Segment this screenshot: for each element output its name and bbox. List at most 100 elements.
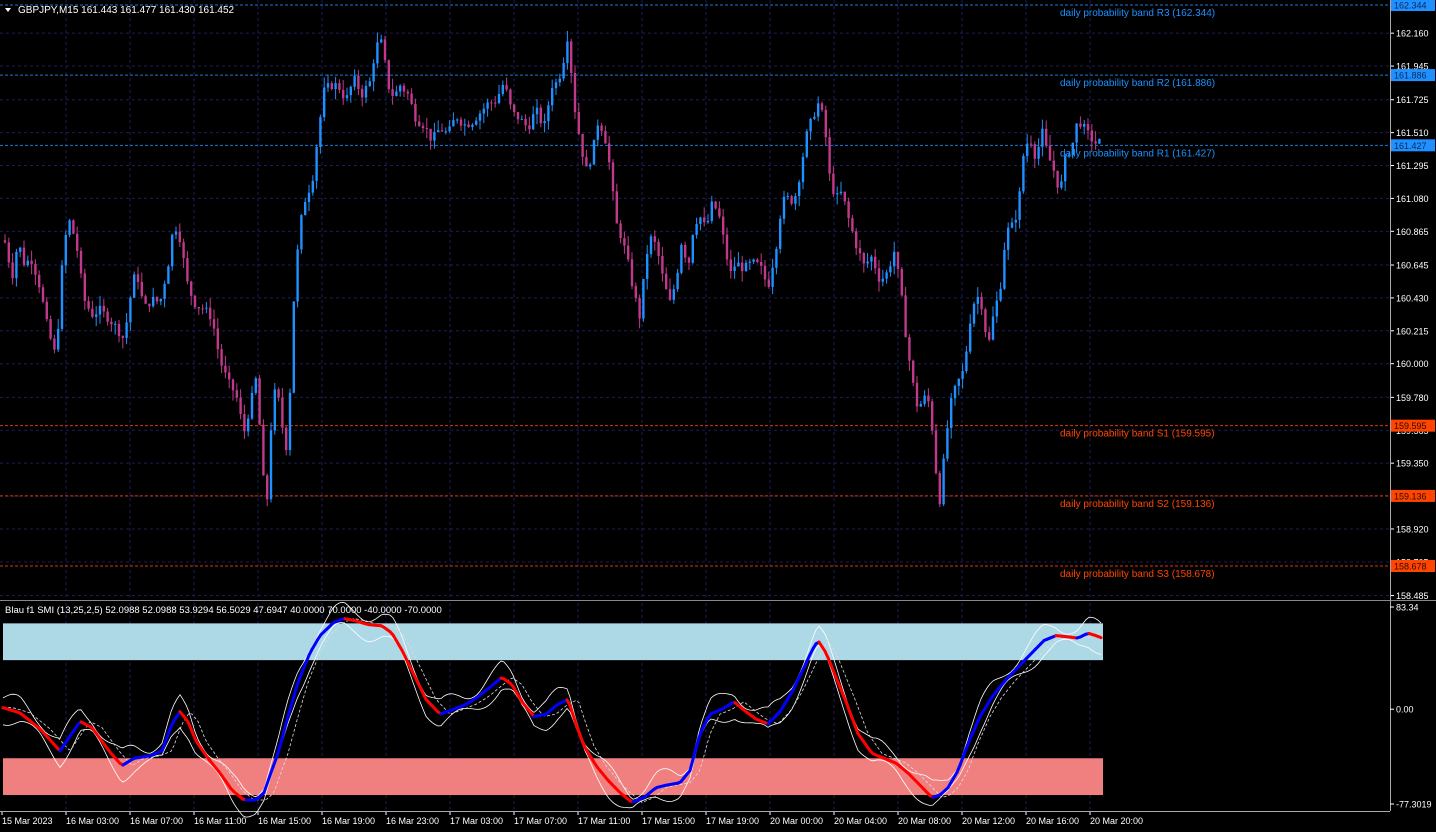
candle-body[interactable] — [874, 256, 877, 269]
candle-body[interactable] — [577, 112, 580, 134]
candle-body[interactable] — [980, 296, 983, 310]
candle-body[interactable] — [513, 104, 516, 113]
candle-body[interactable] — [129, 297, 132, 323]
candle-body[interactable] — [915, 382, 919, 407]
candle-body[interactable] — [497, 93, 501, 104]
candle-body[interactable] — [1064, 156, 1067, 182]
candle-body[interactable] — [760, 262, 763, 266]
candle-body[interactable] — [858, 248, 862, 254]
candle-body[interactable] — [163, 283, 166, 299]
candle-body[interactable] — [695, 223, 698, 236]
candle-body[interactable] — [794, 195, 797, 204]
candle-body[interactable] — [665, 273, 668, 290]
candle-body[interactable] — [714, 201, 717, 209]
candle-body[interactable] — [22, 247, 26, 266]
candle-body[interactable] — [870, 256, 873, 262]
candle-body[interactable] — [573, 73, 577, 113]
candle-body[interactable] — [912, 360, 915, 383]
candle-body[interactable] — [87, 300, 90, 309]
candle-body[interactable] — [532, 114, 535, 130]
candle-body[interactable] — [684, 244, 687, 258]
candle-body[interactable] — [1029, 143, 1033, 145]
candle-body[interactable] — [1041, 128, 1044, 147]
candle-body[interactable] — [729, 259, 732, 271]
candle-body[interactable] — [1048, 145, 1052, 161]
candle-body[interactable] — [220, 349, 223, 366]
candle-body[interactable] — [174, 231, 178, 235]
candle-body[interactable] — [45, 301, 48, 320]
candle-body[interactable] — [836, 193, 839, 195]
candle-body[interactable] — [117, 323, 121, 337]
candle-body[interactable] — [710, 201, 713, 221]
candle-body[interactable] — [15, 251, 18, 279]
candle-body[interactable] — [475, 120, 478, 125]
candle-body[interactable] — [539, 107, 542, 124]
candle-body[interactable] — [440, 130, 444, 132]
candle-body[interactable] — [661, 256, 664, 274]
candle-body[interactable] — [159, 298, 162, 302]
candle-body[interactable] — [387, 60, 390, 90]
candle-body[interactable] — [516, 112, 520, 120]
candle-body[interactable] — [775, 248, 778, 268]
candle-body[interactable] — [136, 274, 140, 282]
candle-body[interactable] — [357, 75, 360, 89]
candle-body[interactable] — [239, 397, 242, 414]
candle-body[interactable] — [638, 297, 641, 319]
candle-body[interactable] — [1060, 181, 1063, 188]
candle-body[interactable] — [543, 121, 546, 124]
candle-body[interactable] — [824, 109, 827, 138]
candle-body[interactable] — [478, 113, 482, 121]
candle-body[interactable] — [380, 39, 383, 43]
candle-body[interactable] — [619, 223, 622, 239]
candle-body[interactable] — [535, 107, 539, 115]
candle-body[interactable] — [953, 385, 957, 399]
candle-body[interactable] — [554, 82, 558, 89]
candle-body[interactable] — [1075, 123, 1078, 143]
candle-body[interactable] — [338, 83, 341, 90]
candle-body[interactable] — [349, 86, 352, 96]
candle-body[interactable] — [528, 125, 531, 130]
candle-body[interactable] — [718, 208, 721, 217]
candle-body[interactable] — [114, 323, 117, 325]
candle-body[interactable] — [706, 220, 710, 223]
candle-body[interactable] — [809, 118, 812, 132]
candle-body[interactable] — [64, 234, 67, 266]
candle-body[interactable] — [262, 424, 265, 476]
candle-body[interactable] — [501, 84, 504, 94]
candle-body[interactable] — [155, 296, 159, 302]
candle-body[interactable] — [330, 83, 333, 89]
candle-body[interactable] — [703, 217, 706, 223]
candle-body[interactable] — [418, 121, 421, 126]
candle-body[interactable] — [991, 316, 995, 340]
candle-body[interactable] — [421, 125, 425, 128]
candle-body[interactable] — [406, 91, 409, 94]
candle-body[interactable] — [847, 201, 850, 219]
candle-body[interactable] — [140, 281, 143, 297]
candle-body[interactable] — [224, 365, 227, 373]
candle-body[interactable] — [672, 289, 675, 300]
candle-body[interactable] — [285, 427, 288, 451]
candle-body[interactable] — [315, 147, 318, 181]
candle-body[interactable] — [653, 236, 656, 242]
candle-body[interactable] — [459, 119, 463, 126]
candle-body[interactable] — [304, 201, 307, 216]
candle-body[interactable] — [889, 266, 892, 273]
candle-body[interactable] — [311, 180, 314, 193]
candle-body[interactable] — [1071, 142, 1074, 155]
candle-body[interactable] — [258, 378, 261, 425]
candle-body[interactable] — [585, 156, 588, 167]
candle-body[interactable] — [148, 303, 151, 307]
candle-body[interactable] — [999, 288, 1002, 301]
candle-body[interactable] — [505, 84, 508, 90]
candle-body[interactable] — [1056, 170, 1059, 188]
candle-body[interactable] — [763, 265, 767, 280]
candle-body[interactable] — [893, 251, 896, 267]
candle-body[interactable] — [368, 81, 371, 87]
candle-body[interactable] — [197, 307, 200, 309]
candle-body[interactable] — [896, 251, 900, 269]
candle-body[interactable] — [334, 83, 337, 89]
candle-body[interactable] — [383, 39, 387, 61]
candle-body[interactable] — [756, 259, 759, 263]
candle-body[interactable] — [323, 87, 326, 118]
candle-body[interactable] — [509, 89, 512, 105]
